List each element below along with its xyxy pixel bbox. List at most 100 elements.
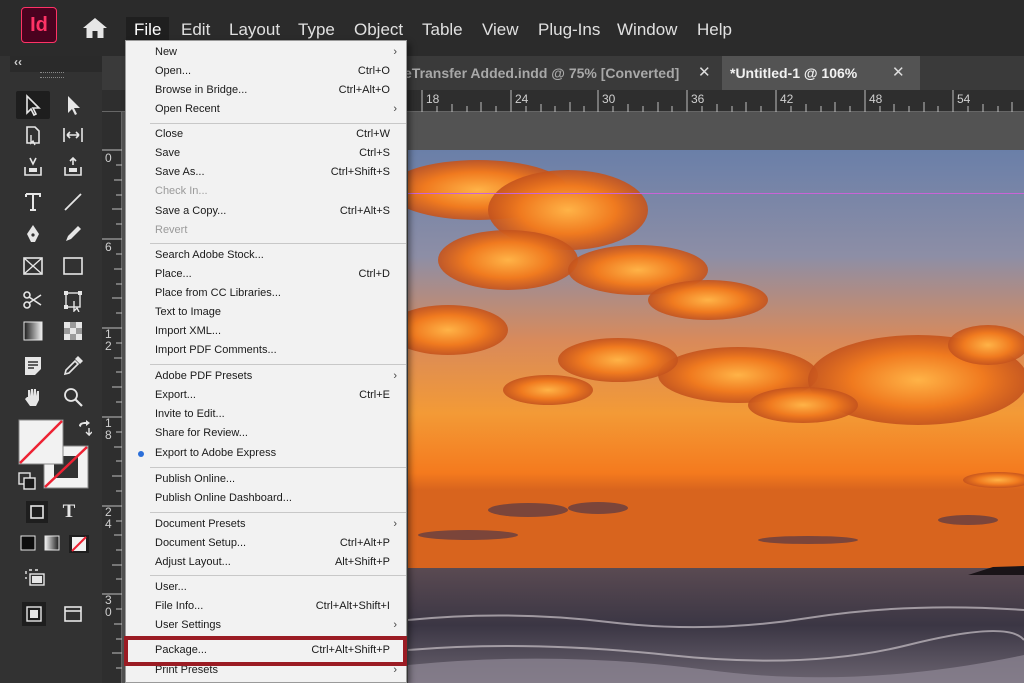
gradient-swatch-tool-icon[interactable] xyxy=(16,317,50,345)
note-tool-icon[interactable] xyxy=(16,352,50,380)
ruler-label: 1 8 xyxy=(105,416,112,442)
ruler-label: 6 xyxy=(105,240,112,254)
sunset-beach-photo[interactable] xyxy=(408,150,1024,683)
rectangle-frame-tool-icon[interactable] xyxy=(16,252,50,280)
close-icon[interactable]: ✕ xyxy=(892,56,905,90)
ruler-guide[interactable] xyxy=(408,193,1024,194)
tab-untitled-1[interactable]: *Untitled-1 @ 106% ✕ xyxy=(722,56,920,90)
menu-item-check-in: Check In... xyxy=(155,185,208,197)
tools-panel-header xyxy=(10,56,102,72)
indesign-logo-icon[interactable]: Id xyxy=(21,7,57,43)
menu-item-new[interactable]: New › xyxy=(126,43,406,62)
ruler-label: 18 xyxy=(426,92,440,106)
ruler-label: 0 xyxy=(105,151,112,165)
ruler-label: 2 4 xyxy=(105,505,112,531)
menu-item-share-for-review[interactable]: Share for Review... xyxy=(126,424,406,443)
tab-label: *Untitled-1 @ 106% xyxy=(730,65,858,81)
menu-item-browse-in-bridge[interactable]: Browse in Bridge... Ctrl+Alt+O xyxy=(126,81,406,100)
ruler-label: 30 xyxy=(602,92,616,106)
menu-item-revert: Revert xyxy=(155,224,188,236)
menu-item-file-info[interactable]: File Info... Ctrl+Alt+Shift+I xyxy=(126,597,406,616)
free-transform-tool-icon[interactable] xyxy=(56,286,90,314)
menu-item-publish-online[interactable]: Publish Online... xyxy=(126,470,406,489)
package-highlight-annotation xyxy=(124,636,407,666)
menu-item-open[interactable]: Open... Ctrl+O xyxy=(126,62,406,81)
formatting-affects-text-icon[interactable]: T xyxy=(56,499,82,525)
menu-item-adjust-layout[interactable]: Adjust Layout... Alt+Shift+P xyxy=(126,553,406,572)
menu-separator xyxy=(150,575,406,576)
selection-tool-icon[interactable] xyxy=(16,91,50,119)
preview-mode-icon[interactable] xyxy=(58,600,88,628)
sunset-image xyxy=(408,150,1024,683)
menu-item-open-recent[interactable]: Open Recent › xyxy=(126,100,406,119)
ruler-label: 42 xyxy=(780,92,794,106)
menu-item-import-pdf-comments[interactable]: Import PDF Comments... xyxy=(126,341,406,360)
scissors-tool-icon[interactable] xyxy=(16,286,50,314)
menu-item-import-xml[interactable]: Import XML... xyxy=(126,322,406,341)
menu-item-invite-to-edit[interactable]: Invite to Edit... xyxy=(126,405,406,424)
line-tool-icon[interactable] xyxy=(56,188,90,216)
menu-help[interactable]: Help xyxy=(689,17,740,43)
panel-grip[interactable] xyxy=(40,72,64,78)
page-tool-icon[interactable] xyxy=(16,121,50,149)
home-icon[interactable] xyxy=(82,17,108,39)
default-fill-stroke-icon[interactable] xyxy=(18,472,36,490)
apply-color-buttons[interactable] xyxy=(20,535,92,553)
ruler-label: 54 xyxy=(957,92,971,106)
menu-item-search-adobe-stock[interactable]: Search Adobe Stock... xyxy=(126,246,406,265)
menu-item-user-settings[interactable]: User Settings › xyxy=(126,616,406,635)
menu-separator xyxy=(150,512,406,513)
pencil-tool-icon[interactable] xyxy=(56,220,90,248)
ruler-label: 48 xyxy=(869,92,883,106)
screen-mode-icon[interactable] xyxy=(22,566,48,588)
menu-separator xyxy=(150,364,406,365)
menu-view[interactable]: View xyxy=(474,17,527,43)
close-icon[interactable]: ✕ xyxy=(698,56,711,90)
menu-plug-ins[interactable]: Plug-Ins xyxy=(530,17,608,43)
menu-table[interactable]: Table xyxy=(414,17,471,43)
submenu-arrow-icon: › xyxy=(393,370,397,382)
menu-item-document-setup[interactable]: Document Setup... Ctrl+Alt+P xyxy=(126,534,406,553)
menu-item-text-to-image[interactable]: Text to Image xyxy=(126,303,406,322)
ruler-label: 3 0 xyxy=(105,593,112,619)
gap-tool-icon[interactable] xyxy=(56,121,90,149)
gradient-feather-tool-icon[interactable] xyxy=(56,317,90,345)
menu-item-export[interactable]: Export... Ctrl+E xyxy=(126,386,406,405)
file-menu-dropdown: New › Open... Ctrl+O Browse in Bridge... Ct… xyxy=(125,40,407,683)
eyedropper-tool-icon[interactable] xyxy=(56,352,90,380)
menu-item-user[interactable]: User... xyxy=(126,578,406,597)
vertical-ruler[interactable]: 0 6 1 2 1 8 2 4 3 0 xyxy=(102,112,122,683)
ruler-label: 36 xyxy=(691,92,705,106)
ruler-label: 24 xyxy=(515,92,529,106)
ruler-label: 1 2 xyxy=(105,327,112,353)
type-tool-icon[interactable] xyxy=(16,188,50,216)
menu-item-save[interactable]: Save Ctrl+S xyxy=(126,144,406,163)
hand-tool-icon[interactable] xyxy=(16,383,50,411)
normal-view-mode-icon[interactable] xyxy=(16,600,52,628)
menu-separator xyxy=(150,243,406,244)
menu-item-place[interactable]: Place... Ctrl+D xyxy=(126,265,406,284)
menu-separator xyxy=(150,123,406,124)
submenu-arrow-icon: › xyxy=(393,103,397,115)
formatting-affects-container-icon[interactable] xyxy=(24,499,50,525)
submenu-arrow-icon: › xyxy=(393,46,397,58)
menu-window[interactable]: Window xyxy=(609,17,685,43)
submenu-arrow-icon: › xyxy=(393,518,397,530)
menu-item-publish-online-dashboard[interactable]: Publish Online Dashboard... xyxy=(126,489,406,508)
rectangle-tool-icon[interactable] xyxy=(56,252,90,280)
menu-item-save-a-copy[interactable]: Save a Copy... Ctrl+Alt+S xyxy=(126,202,406,221)
menu-item-place-from-cc-libraries[interactable]: Place from CC Libraries... xyxy=(126,284,406,303)
menu-item-close[interactable]: Close Ctrl+W xyxy=(126,125,406,144)
menu-item-adobe-pdf-presets[interactable]: Adobe PDF Presets › xyxy=(126,367,406,386)
direct-selection-tool-icon[interactable] xyxy=(56,91,90,119)
menu-item-document-presets[interactable]: Document Presets › xyxy=(126,515,406,534)
swap-fill-stroke-icon[interactable] xyxy=(76,420,92,436)
content-placer-tool-icon[interactable] xyxy=(56,153,90,181)
new-feature-dot-icon xyxy=(138,451,144,457)
pen-tool-icon[interactable] xyxy=(16,220,50,248)
content-collector-tool-icon[interactable] xyxy=(16,153,50,181)
collapse-panel-icon[interactable]: ‹‹ xyxy=(14,55,22,69)
menu-item-export-to-adobe-express[interactable]: Export to Adobe Express xyxy=(126,444,406,463)
menu-item-save-as[interactable]: Save As... Ctrl+Shift+S xyxy=(126,163,406,182)
zoom-tool-icon[interactable] xyxy=(56,383,90,411)
